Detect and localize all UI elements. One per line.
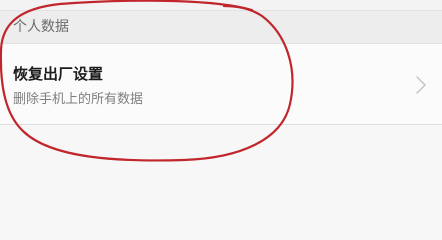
factory-reset-subtitle: 删除手机上的所有数据	[13, 92, 144, 107]
section-title: 个人数据	[13, 19, 69, 35]
factory-reset-title: 恢复出厂设置	[13, 65, 104, 83]
section-header: 个人数据	[0, 10, 442, 44]
empty-area	[0, 125, 442, 218]
chevron-right-icon	[416, 76, 426, 94]
top-strip	[0, 0, 442, 10]
factory-reset-row[interactable]: 恢复出厂设置 删除手机上的所有数据	[0, 44, 442, 125]
